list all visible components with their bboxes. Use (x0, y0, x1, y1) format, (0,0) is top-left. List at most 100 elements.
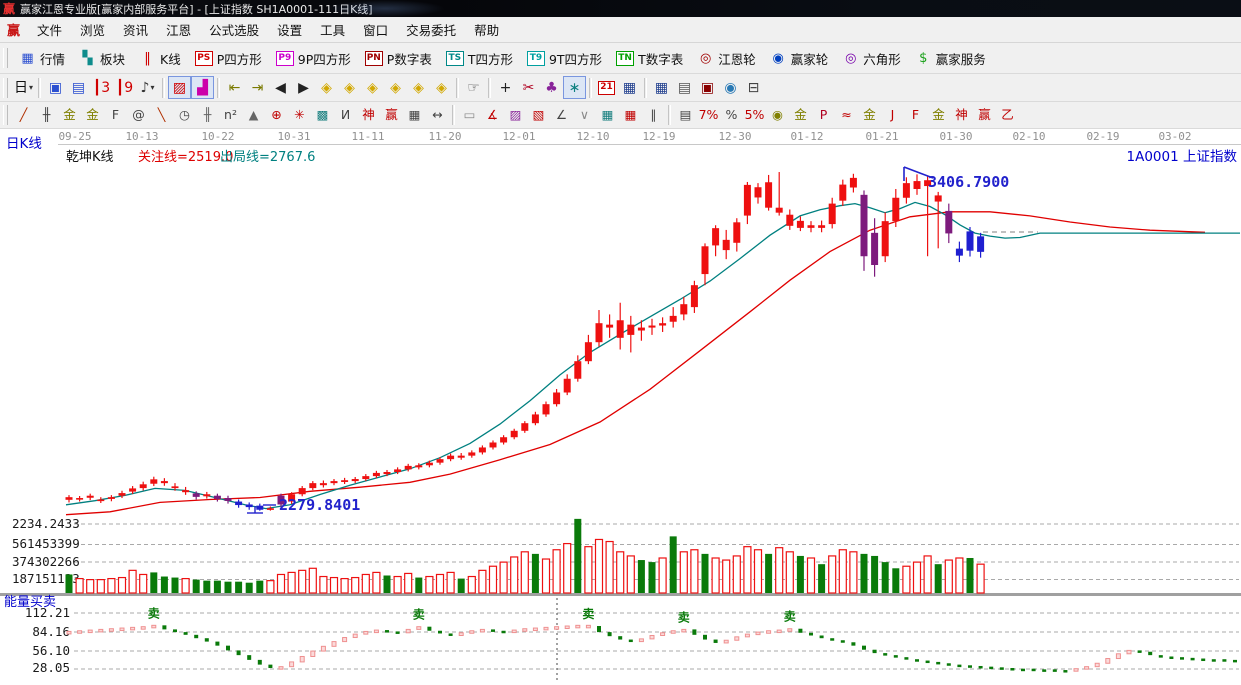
note-tool-dropdown-icon[interactable]: ▾ (150, 84, 154, 92)
chart-3-button[interactable]: ┃3 (90, 76, 113, 99)
shen-angle-button[interactable]: 神 (950, 105, 973, 126)
mirror-button[interactable]: ▲ (242, 105, 265, 126)
ying-tool-button[interactable]: 赢 (380, 105, 403, 126)
f-angle-button[interactable]: F (904, 105, 927, 126)
flag-pen-button[interactable]: P (812, 105, 835, 126)
toolbar-grip[interactable] (3, 78, 8, 98)
last-bar-button[interactable]: ⇥ (246, 76, 269, 99)
info-panel-button[interactable]: ▤ (67, 76, 90, 99)
shen-tool-button[interactable]: 神 (357, 105, 380, 126)
star-web-button[interactable]: ✳ (288, 105, 311, 126)
tool-kline-button[interactable]: ‖K线 (132, 46, 188, 71)
tool-sectors-button[interactable]: ▚板块 (72, 46, 132, 71)
menu-item-浏览[interactable]: 浏览 (71, 18, 114, 41)
bar-width-button[interactable]: ↔ (426, 105, 449, 126)
gold-section-h-button[interactable]: 金 (58, 105, 81, 126)
red-fan-button[interactable]: ∡ (481, 105, 504, 126)
gann-grid-button[interactable]: ╫ (35, 105, 58, 126)
cut-tool-button[interactable]: ✂ (517, 76, 540, 99)
zoom-in-x-button[interactable]: ◈ (384, 76, 407, 99)
parallel-lines-button[interactable]: ∥ (642, 105, 665, 126)
red-box-fan-button[interactable]: ▧ (527, 105, 550, 126)
tool-t-square-button[interactable]: TST四方形 (439, 46, 520, 71)
menu-item-设置[interactable]: 设置 (268, 18, 311, 41)
zoom-out-x-button[interactable]: ◈ (361, 76, 384, 99)
chart-9-button[interactable]: ┃9 (113, 76, 136, 99)
gold-angle-button[interactable]: 金 (858, 105, 881, 126)
crosshair-button[interactable]: + (494, 76, 517, 99)
percent-table-button[interactable]: ▤ (674, 105, 697, 126)
angle-lines-button[interactable]: ∠ (550, 105, 573, 126)
drag-hand-button[interactable]: ☞ (462, 76, 485, 99)
mark-tool-button[interactable]: ♣ (540, 76, 563, 99)
channel-button[interactable]: ≈ (835, 105, 858, 126)
square-web-button[interactable]: ▩ (311, 105, 334, 126)
erase-button[interactable]: ╲ (150, 105, 173, 126)
menu-item-资讯[interactable]: 资讯 (114, 18, 157, 41)
zoom-window-button[interactable]: ▣ (44, 76, 67, 99)
tool-t-number-table-button[interactable]: TNT数字表 (609, 46, 690, 71)
menu-item-文件[interactable]: 文件 (28, 18, 71, 41)
pattern-mode-button[interactable]: ▨ (168, 76, 191, 99)
volume-profile-button[interactable]: ▟ (191, 76, 214, 99)
calculator-button[interactable]: ▦ (618, 76, 641, 99)
kline-chart[interactable]: 09-2510-1310-2210-3111-1111-2012-0112-10… (0, 129, 1241, 681)
prev-bar-button[interactable]: ◀ (269, 76, 292, 99)
network-button[interactable]: ◉ (719, 76, 742, 99)
tool-p-square-button[interactable]: PSP四方形 (188, 46, 269, 71)
tool-quotes-button[interactable]: ▦行情 (12, 46, 72, 71)
data-table-button[interactable]: ▦ (650, 76, 673, 99)
circle-cross-button[interactable]: ⊕ (265, 105, 288, 126)
indicator-name-label[interactable]: 能量买卖 (4, 595, 56, 610)
notepad-button[interactable]: ▤ (673, 76, 696, 99)
z-lines-button[interactable]: 乙 (996, 105, 1019, 126)
symbol-label[interactable]: 1A0001 上证指数 (1127, 149, 1238, 165)
j-angle-button[interactable]: J (881, 105, 904, 126)
tool-9p-square-button[interactable]: P99P四方形 (269, 46, 358, 71)
purple-fan-button[interactable]: ▨ (504, 105, 527, 126)
percent-5-button[interactable]: 5% (743, 105, 766, 126)
fibonacci-button[interactable]: F (104, 105, 127, 126)
web-analysis-button[interactable]: ∗ (563, 76, 586, 99)
gold-ray-button[interactable]: 金 (927, 105, 950, 126)
tool-winner-service-button[interactable]: $赢家服务 (908, 46, 993, 71)
calendar-button[interactable]: 21 (595, 76, 618, 99)
period-day-button[interactable]: 日▾ (12, 76, 35, 99)
menu-item-交易委托[interactable]: 交易委托 (397, 18, 465, 41)
gann-clock-button[interactable]: ◷ (173, 105, 196, 126)
tool-hexagon-button[interactable]: ◎六角形 (835, 46, 908, 71)
first-bar-button[interactable]: ⇤ (223, 76, 246, 99)
menu-item-窗口[interactable]: 窗口 (354, 18, 397, 41)
n-square-button[interactable]: n² (219, 105, 242, 126)
note-tool-button[interactable]: ♪▾ (136, 76, 159, 99)
zigzag-button[interactable]: И (334, 105, 357, 126)
menu-item-工具[interactable]: 工具 (311, 18, 354, 41)
next-bar-button[interactable]: ▶ (292, 76, 315, 99)
gold-circle-button[interactable]: ◉ (766, 105, 789, 126)
scroll-left-button[interactable]: ◈ (315, 76, 338, 99)
percent-button[interactable]: % (720, 105, 743, 126)
gold-levels-button[interactable]: 金 (789, 105, 812, 126)
toolbar-grip[interactable] (3, 105, 8, 125)
menu-item-公式选股[interactable]: 公式选股 (200, 18, 268, 41)
tool-gann-wheel-button[interactable]: ◎江恩轮 (690, 46, 763, 71)
pencil-button[interactable]: ╱ (12, 105, 35, 126)
frame-button[interactable]: ▭ (458, 105, 481, 126)
grid-lines-button[interactable]: ╫ (196, 105, 219, 126)
menu-item-帮助[interactable]: 帮助 (465, 18, 508, 41)
percent-7-button[interactable]: 7% (697, 105, 720, 126)
expand-x-button[interactable]: ◈ (430, 76, 453, 99)
grid-box-button[interactable]: ▦ (596, 105, 619, 126)
grid-123-button[interactable]: ▦ (403, 105, 426, 126)
tool-p-number-table-button[interactable]: PNP数字表 (358, 46, 439, 71)
scroll-right-button[interactable]: ◈ (338, 76, 361, 99)
menu-item-江恩[interactable]: 江恩 (157, 18, 200, 41)
v-lines-button[interactable]: ∨ (573, 105, 596, 126)
period-label[interactable]: 日K线 (6, 136, 42, 152)
toolbar-grip[interactable] (3, 48, 8, 68)
spiral-button[interactable]: @ (127, 105, 150, 126)
save-button[interactable]: ▣ (696, 76, 719, 99)
tool-9t-square-button[interactable]: T99T四方形 (520, 46, 609, 71)
print-button[interactable]: ⊟ (742, 76, 765, 99)
period-day-dropdown-icon[interactable]: ▾ (29, 84, 33, 92)
